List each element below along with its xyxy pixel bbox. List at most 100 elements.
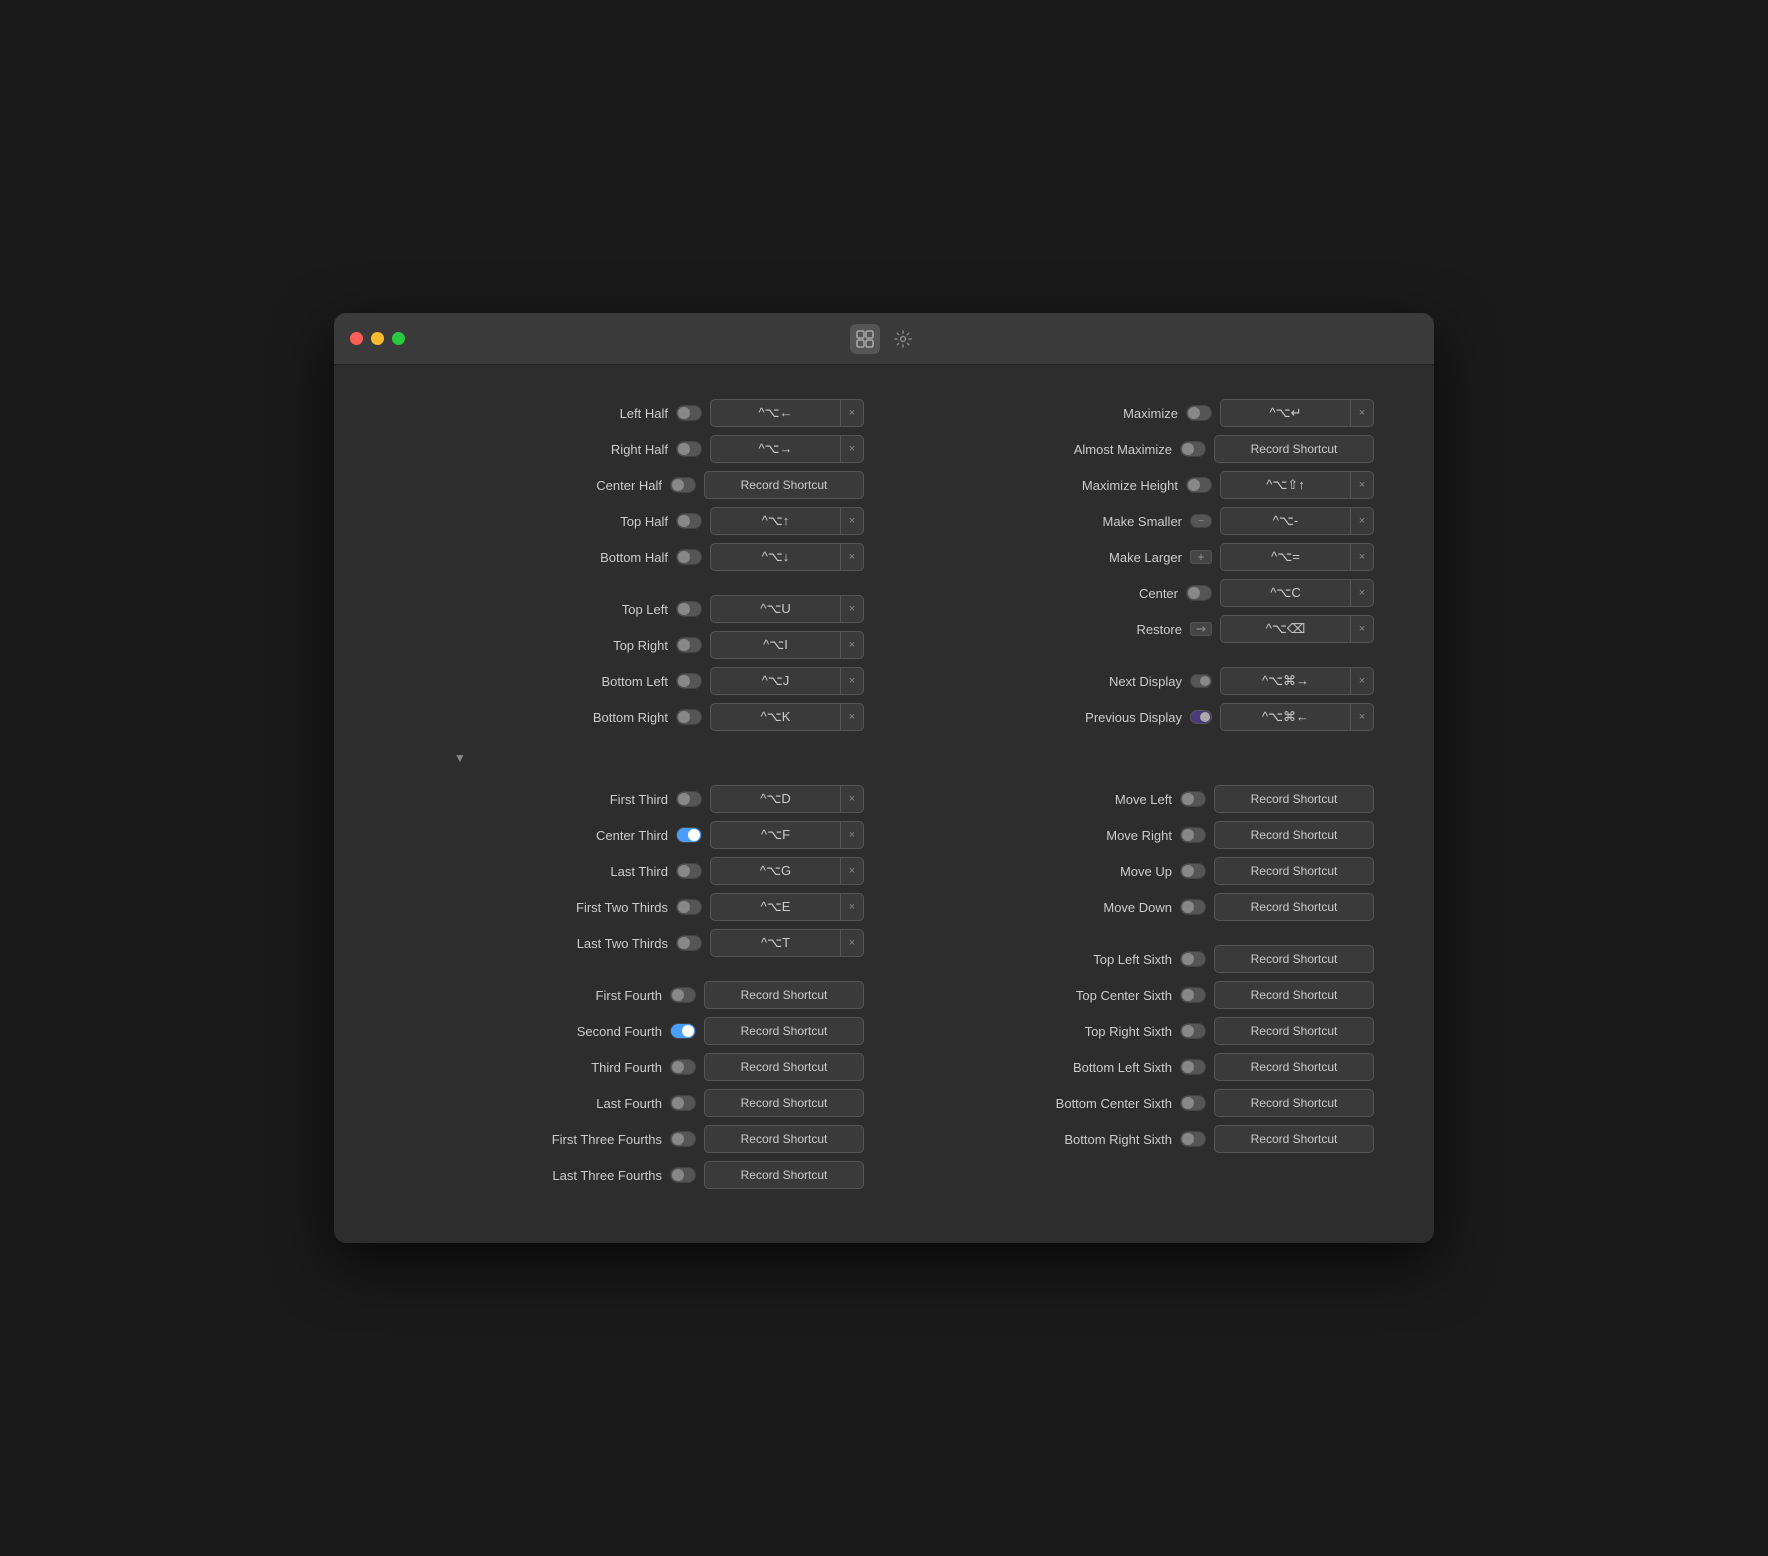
record-shortcut-button[interactable]: Record Shortcut: [1214, 945, 1374, 973]
toggle-first-three-fourths[interactable]: [670, 1131, 696, 1147]
shortcut-field[interactable]: ^⌥↑: [710, 507, 840, 535]
toggle-top-right-sixth[interactable]: [1180, 1023, 1206, 1039]
record-shortcut-button[interactable]: Record Shortcut: [1214, 893, 1374, 921]
shortcut-field[interactable]: ^⌥⇧↑: [1220, 471, 1350, 499]
clear-shortcut-button[interactable]: ×: [1350, 667, 1374, 695]
clear-shortcut-button[interactable]: ×: [840, 631, 864, 659]
clear-shortcut-button[interactable]: ×: [1350, 507, 1374, 535]
toggle-bottom-left[interactable]: [676, 673, 702, 689]
toggle-top-left[interactable]: [676, 601, 702, 617]
shortcut-field[interactable]: ^⌥↓: [710, 543, 840, 571]
record-shortcut-button[interactable]: Record Shortcut: [1214, 435, 1374, 463]
shortcut-field[interactable]: ^⌥⌘←: [1220, 703, 1350, 731]
record-shortcut-button[interactable]: Record Shortcut: [704, 1089, 864, 1117]
shortcut-field[interactable]: ^⌥J: [710, 667, 840, 695]
record-shortcut-button[interactable]: Record Shortcut: [1214, 857, 1374, 885]
record-shortcut-button[interactable]: Record Shortcut: [704, 981, 864, 1009]
clear-shortcut-button[interactable]: ×: [840, 399, 864, 427]
shortcut-field[interactable]: ^⌥→: [710, 435, 840, 463]
clear-shortcut-button[interactable]: ×: [840, 543, 864, 571]
clear-shortcut-button[interactable]: ×: [840, 507, 864, 535]
record-shortcut-button[interactable]: Record Shortcut: [704, 1017, 864, 1045]
clear-shortcut-button[interactable]: ×: [1350, 471, 1374, 499]
toggle-make-larger[interactable]: +: [1190, 550, 1212, 564]
toggle-bottom-left-sixth[interactable]: [1180, 1059, 1206, 1075]
settings-icon[interactable]: [888, 324, 918, 354]
shortcut-field[interactable]: ^⌥⌘→: [1220, 667, 1350, 695]
shortcut-field[interactable]: ^⌥E: [710, 893, 840, 921]
record-shortcut-button[interactable]: Record Shortcut: [704, 1161, 864, 1189]
shortcut-field[interactable]: ^⌥D: [710, 785, 840, 813]
record-shortcut-button[interactable]: Record Shortcut: [1214, 1089, 1374, 1117]
toggle-bottom-right-sixth[interactable]: [1180, 1131, 1206, 1147]
toggle-restore[interactable]: [1190, 622, 1212, 636]
toggle-move-right[interactable]: [1180, 827, 1206, 843]
toggle-right-half[interactable]: [676, 441, 702, 457]
maximize-button[interactable]: [392, 332, 405, 345]
toggle-bottom-half[interactable]: [676, 549, 702, 565]
record-shortcut-button[interactable]: Record Shortcut: [1214, 821, 1374, 849]
shortcut-field[interactable]: ^⌥G: [710, 857, 840, 885]
toggle-move-up[interactable]: [1180, 863, 1206, 879]
shortcut-field[interactable]: ^⌥U: [710, 595, 840, 623]
toggle-last-two-thirds[interactable]: [676, 935, 702, 951]
clear-shortcut-button[interactable]: ×: [840, 821, 864, 849]
record-shortcut-button[interactable]: Record Shortcut: [704, 1125, 864, 1153]
toggle-maximize[interactable]: [1186, 405, 1212, 421]
toggle-move-down[interactable]: [1180, 899, 1206, 915]
clear-shortcut-button[interactable]: ×: [840, 857, 864, 885]
shortcut-field[interactable]: ^⌥I: [710, 631, 840, 659]
close-button[interactable]: [350, 332, 363, 345]
shortcut-field[interactable]: ^⌥-: [1220, 507, 1350, 535]
toggle-center[interactable]: [1186, 585, 1212, 601]
toggle-bottom-center-sixth[interactable]: [1180, 1095, 1206, 1111]
toggle-first-fourth[interactable]: [670, 987, 696, 1003]
toggle-maximize-height[interactable]: [1186, 477, 1212, 493]
record-shortcut-button[interactable]: Record Shortcut: [1214, 785, 1374, 813]
toggle-next-display[interactable]: [1190, 674, 1212, 688]
shortcut-field[interactable]: ^⌥F: [710, 821, 840, 849]
toggle-first-third[interactable]: [676, 791, 702, 807]
shortcut-field[interactable]: ^⌥K: [710, 703, 840, 731]
toggle-previous-display[interactable]: [1190, 710, 1212, 724]
clear-shortcut-button[interactable]: ×: [1350, 399, 1374, 427]
toggle-third-fourth[interactable]: [670, 1059, 696, 1075]
record-shortcut-button[interactable]: Record Shortcut: [1214, 1017, 1374, 1045]
toggle-top-half[interactable]: [676, 513, 702, 529]
record-shortcut-button[interactable]: Record Shortcut: [1214, 981, 1374, 1009]
shortcut-field[interactable]: ^⌥⌫: [1220, 615, 1350, 643]
shortcut-field[interactable]: ^⌥↵: [1220, 399, 1350, 427]
clear-shortcut-button[interactable]: ×: [1350, 615, 1374, 643]
toggle-first-two-thirds[interactable]: [676, 899, 702, 915]
record-shortcut-button[interactable]: Record Shortcut: [704, 471, 864, 499]
clear-shortcut-button[interactable]: ×: [840, 667, 864, 695]
clear-shortcut-button[interactable]: ×: [1350, 579, 1374, 607]
collapse-arrow[interactable]: ▼: [454, 749, 1374, 767]
toggle-almost-maximize[interactable]: [1180, 441, 1206, 457]
toggle-last-fourth[interactable]: [670, 1095, 696, 1111]
toggle-last-three-fourths[interactable]: [670, 1167, 696, 1183]
clear-shortcut-button[interactable]: ×: [840, 893, 864, 921]
record-shortcut-button[interactable]: Record Shortcut: [1214, 1053, 1374, 1081]
clear-shortcut-button[interactable]: ×: [840, 785, 864, 813]
minimize-button[interactable]: [371, 332, 384, 345]
toggle-top-left-sixth[interactable]: [1180, 951, 1206, 967]
toggle-last-third[interactable]: [676, 863, 702, 879]
toggle-make-smaller[interactable]: −: [1190, 514, 1212, 528]
clear-shortcut-button[interactable]: ×: [840, 703, 864, 731]
shortcut-field[interactable]: ^⌥C: [1220, 579, 1350, 607]
record-shortcut-button[interactable]: Record Shortcut: [1214, 1125, 1374, 1153]
toggle-bottom-right[interactable]: [676, 709, 702, 725]
toggle-top-center-sixth[interactable]: [1180, 987, 1206, 1003]
shortcut-field[interactable]: ^⌥T: [710, 929, 840, 957]
toggle-top-right[interactable]: [676, 637, 702, 653]
toggle-center-third[interactable]: [676, 827, 702, 843]
toggle-move-left[interactable]: [1180, 791, 1206, 807]
clear-shortcut-button[interactable]: ×: [840, 929, 864, 957]
layout-icon[interactable]: [850, 324, 880, 354]
clear-shortcut-button[interactable]: ×: [1350, 543, 1374, 571]
shortcut-field[interactable]: ^⌥←: [710, 399, 840, 427]
shortcut-field[interactable]: ^⌥=: [1220, 543, 1350, 571]
clear-shortcut-button[interactable]: ×: [1350, 703, 1374, 731]
toggle-center-half[interactable]: [670, 477, 696, 493]
